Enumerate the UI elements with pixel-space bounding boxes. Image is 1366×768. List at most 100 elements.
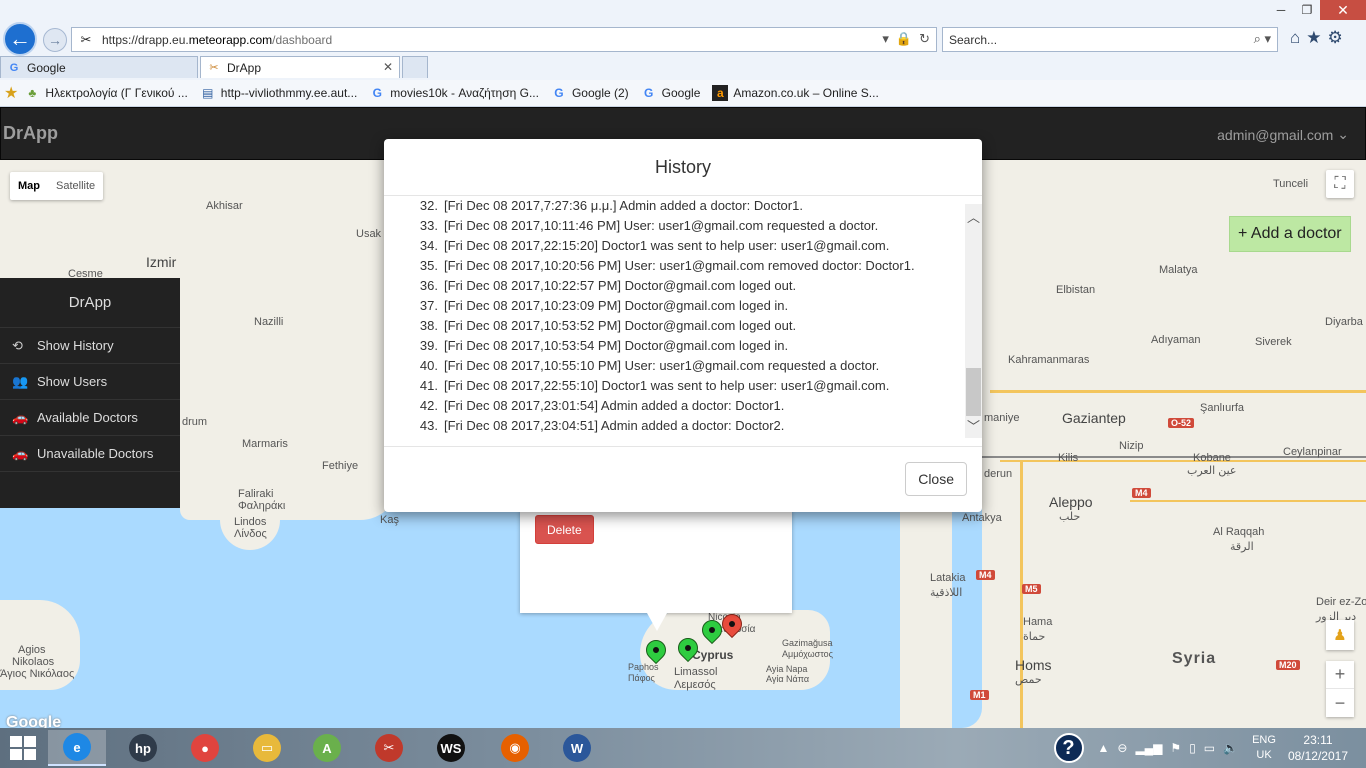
new-tab-button[interactable]	[402, 56, 428, 78]
history-entry: 40. [Fri Dec 08 2017,10:55:10 PM] User: u…	[410, 356, 970, 376]
street-view-pegman-icon[interactable]: ♟	[1326, 620, 1354, 650]
history-scrollbar[interactable]: ︿ ﹀	[965, 204, 982, 438]
taskbar-app-hp[interactable]: hp	[114, 730, 172, 766]
language-indicator[interactable]: ENG UK	[1252, 733, 1276, 763]
history-entry-text: [Fri Dec 08 2017,10:53:54 PM] Doctor@gma…	[444, 338, 789, 353]
taskbar-app-android-studio[interactable]: A	[298, 730, 356, 766]
map-type-satellite-button[interactable]: Satellite	[48, 172, 103, 200]
modal-title: History	[654, 156, 711, 177]
flag-icon[interactable]: ⚑	[1170, 741, 1181, 755]
taskbar-app-chrome[interactable]: ●	[176, 730, 234, 766]
network-status-icon[interactable]: ⊖	[1117, 741, 1127, 755]
taskbar-app-snipping-tool[interactable]: ✂	[360, 730, 418, 766]
history-entry-text: [Fri Dec 08 2017,22:55:10] Doctor1 was s…	[444, 378, 890, 393]
zoom-in-button[interactable]: +	[1326, 661, 1354, 689]
signal-icon[interactable]: ▂▄▆	[1135, 741, 1162, 755]
favorite-item[interactable]: G movies10k - Αναζήτηση G...	[369, 85, 539, 101]
sidebar-item-available-doctors[interactable]: 🚗 Available Doctors	[0, 400, 180, 436]
history-entry-text: [Fri Dec 08 2017,23:01:54] Admin added a…	[444, 398, 785, 413]
back-button[interactable]: ←	[3, 22, 37, 56]
map-label: Φαληράκι	[238, 500, 286, 512]
keyboard-layout: UK	[1256, 749, 1272, 761]
settings-gear-icon[interactable]: ⚙	[1328, 28, 1343, 48]
road-shield: M1	[970, 690, 989, 700]
sidebar-item-show-history[interactable]: ⟲ Show History	[0, 328, 180, 364]
dropdown-icon[interactable]: ▾	[882, 31, 889, 47]
history-entry-text: [Fri Dec 08 2017,10:53:52 PM] Doctor@gma…	[444, 318, 797, 333]
browser-right-icons: ⌂ ★ ⚙	[1290, 28, 1343, 48]
delete-button[interactable]: Delete	[535, 515, 594, 544]
close-window-button[interactable]: ✕	[1320, 0, 1366, 20]
map-label: Homs	[1015, 657, 1052, 673]
road	[1000, 460, 1366, 462]
chevron-up-icon[interactable]: ▲	[1098, 741, 1110, 755]
refresh-icon[interactable]: ↻	[919, 31, 930, 47]
favorite-item-label: movies10k - Αναζήτηση G...	[390, 86, 539, 100]
history-entry: 33. [Fri Dec 08 2017,10:11:46 PM] User: u…	[410, 216, 970, 236]
tab-google[interactable]: G Google	[0, 56, 198, 78]
help-icon[interactable]: ?	[1053, 733, 1084, 763]
app-brand[interactable]: DrApp	[3, 123, 58, 144]
taskbar-app-word[interactable]: W	[548, 730, 606, 766]
forward-button[interactable]: →	[43, 28, 67, 52]
modal-body[interactable]: 32. [Fri Dec 08 2017,7:27:36 μ.μ.] Admin …	[384, 196, 982, 446]
clock-time: 23:11	[1303, 733, 1333, 747]
fullscreen-icon[interactable]: ⛶	[1326, 170, 1354, 198]
history-entry-number: 38.	[419, 318, 438, 333]
search-icon[interactable]: ⌕ ▾	[1254, 31, 1271, 47]
restore-button[interactable]: ❐	[1294, 0, 1320, 20]
clock[interactable]: 23:11 08/12/2017	[1288, 732, 1348, 764]
battery-icon[interactable]: ▭	[1204, 741, 1215, 755]
map-type-map-button[interactable]: Map	[10, 172, 48, 200]
search-input[interactable]: Search... ⌕ ▾	[942, 27, 1278, 52]
device-icon[interactable]: ▯	[1189, 741, 1196, 755]
car-icon: 🚗	[12, 409, 29, 425]
favorite-item-label: http--vivliothmmy.ee.aut...	[220, 86, 358, 100]
start-windows-icon[interactable]	[10, 736, 38, 760]
taskbar-app-internet-explorer[interactable]: e	[48, 730, 106, 766]
map-label: Diyarba	[1325, 316, 1363, 328]
favorite-item[interactable]: a Amazon.co.uk – Online S...	[712, 85, 879, 101]
history-entry-number: 34.	[419, 238, 438, 253]
favorites-star-icon[interactable]: ★	[4, 83, 18, 103]
map-label: Adıyaman	[1151, 334, 1201, 346]
favorites-star-icon[interactable]: ★	[1306, 28, 1321, 48]
scrollbar-thumb[interactable]	[966, 368, 981, 416]
map-label: Cyprus	[692, 648, 734, 662]
scroll-down-icon[interactable]: ﹀	[965, 417, 982, 434]
map-label: عين العرب	[1187, 465, 1237, 477]
map-label: Ayia Napa	[766, 664, 808, 674]
favorite-item[interactable]: ♣ Ηλεκτρολογία (Γ Γενικού ...	[24, 85, 187, 101]
history-entry-number: 33.	[419, 218, 438, 233]
lock-icon[interactable]: 🔒	[896, 31, 912, 47]
sidebar-item-show-users[interactable]: 👥 Show Users	[0, 364, 180, 400]
history-list: 32. [Fri Dec 08 2017,7:27:36 μ.μ.] Admin …	[410, 196, 970, 436]
sidebar-item-unavailable-doctors[interactable]: 🚗 Unavailable Doctors	[0, 436, 180, 472]
close-button[interactable]: Close	[905, 462, 967, 496]
minimize-button[interactable]: ─	[1268, 0, 1294, 20]
road	[1020, 460, 1023, 728]
history-entry-text: [Fri Dec 08 2017,10:55:10 PM] User: user…	[444, 358, 880, 373]
history-entry-text: [Fri Dec 08 2017,23:04:51] Admin added a…	[444, 418, 785, 433]
history-entry-number: 41.	[419, 378, 438, 393]
home-icon[interactable]: ⌂	[1290, 28, 1300, 48]
zoom-out-button[interactable]: −	[1326, 689, 1354, 717]
tab-label: DrApp	[227, 60, 262, 75]
taskbar-app-file-explorer[interactable]: ▭	[238, 730, 296, 766]
favorite-item-icon: G	[644, 86, 654, 100]
favorite-item[interactable]: ▤ http--vivliothmmy.ee.aut...	[200, 85, 358, 101]
taskbar-app-firefox[interactable]: ◉	[486, 730, 544, 766]
volume-icon[interactable]: 🔈	[1223, 741, 1238, 755]
marker-info-window: Delete	[520, 510, 792, 613]
favorite-item[interactable]: G Google (2)	[551, 85, 628, 101]
close-tab-icon[interactable]: ✕	[383, 60, 393, 74]
user-menu[interactable]: admin@gmail.com ⌄	[1217, 126, 1349, 143]
taskbar-app-webstorm[interactable]: WS	[422, 730, 480, 766]
add-doctor-button[interactable]: + Add a doctor	[1229, 216, 1351, 252]
scroll-up-icon[interactable]: ︿	[965, 208, 982, 225]
history-entry-number: 35.	[419, 258, 438, 273]
address-bar[interactable]: ✂ https://drapp.eu. meteorapp.com/dashboa…	[71, 27, 937, 52]
tab-drapp[interactable]: ✂ DrApp ✕	[200, 56, 400, 78]
land-southwest-turkey	[180, 410, 400, 520]
favorite-item[interactable]: G Google	[641, 85, 700, 101]
